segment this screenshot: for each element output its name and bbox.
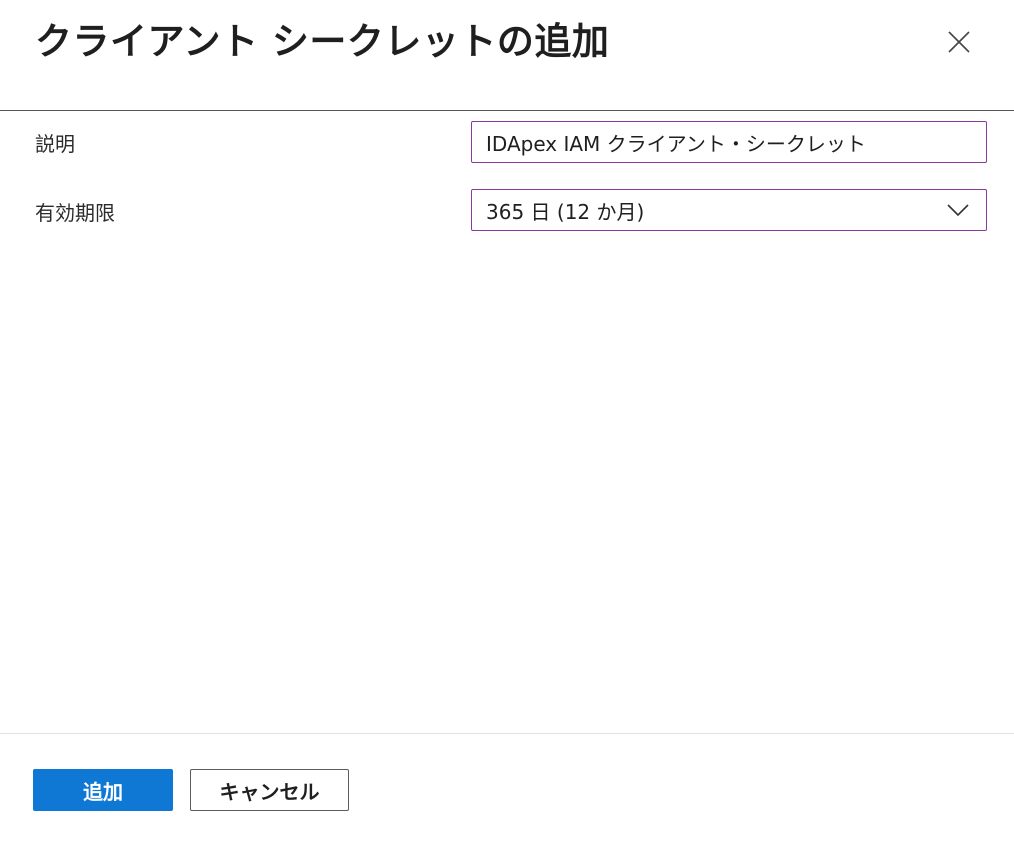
header-divider <box>0 110 1014 111</box>
chevron-down-icon <box>946 203 970 217</box>
panel-title: クライアント シークレットの追加 <box>35 20 610 63</box>
cancel-button[interactable]: キャンセル <box>190 769 349 811</box>
description-input-value: IDApex IAM クライアント・シークレット <box>486 131 866 156</box>
expiry-select[interactable]: 365 日 (12 か月) <box>471 189 987 231</box>
expiry-label: 有効期限 <box>35 201 115 225</box>
expiry-selected-value: 365 日 (12 か月) <box>486 199 645 224</box>
close-icon <box>947 30 971 58</box>
description-label: 説明 <box>35 132 75 156</box>
close-button[interactable] <box>938 23 980 65</box>
add-client-secret-panel: クライアント シークレットの追加 説明 IDApex IAM クライアント・シー… <box>0 0 1014 843</box>
add-button[interactable]: 追加 <box>33 769 173 811</box>
description-input[interactable]: IDApex IAM クライアント・シークレット <box>471 121 987 163</box>
footer-divider <box>0 733 1014 734</box>
